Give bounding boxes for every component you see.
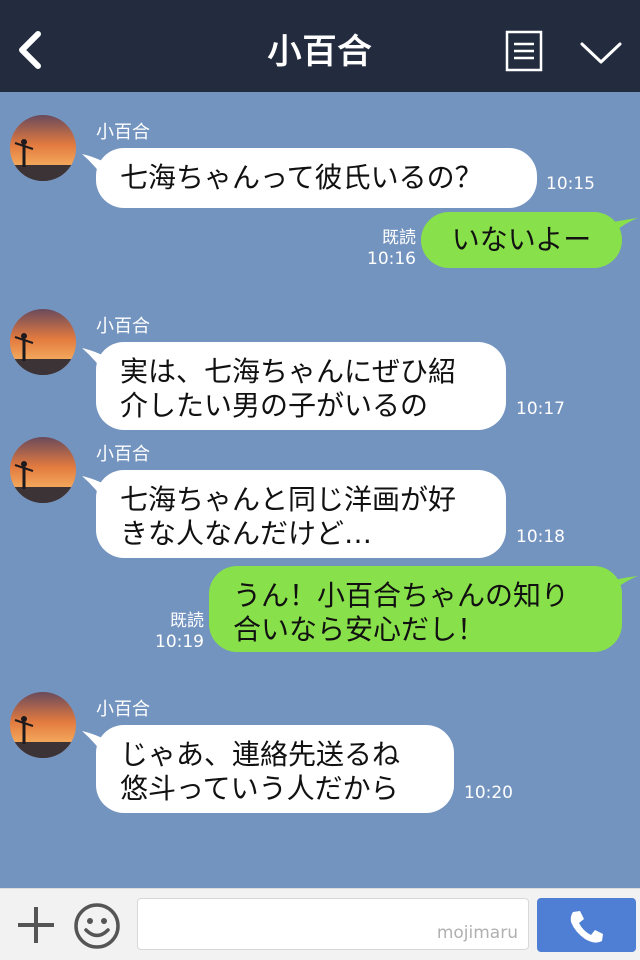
- chat-area[interactable]: 小百合 七海ちゃんって彼氏いるの？ 10:15 既読 10:16 いないよー 小…: [0, 92, 640, 888]
- sunset-avatar-icon: [10, 115, 76, 181]
- read-label: 既読: [382, 228, 416, 248]
- message-time: 10:18: [516, 527, 565, 547]
- chat-header: 小百合: [0, 0, 640, 92]
- menu-button[interactable]: [505, 30, 543, 72]
- menu-list-icon: [505, 30, 543, 72]
- message-bubble[interactable]: 実は、七海ちゃんにぜひ紹 介したい男の子がいるの: [96, 342, 506, 430]
- message-bubble[interactable]: うん！小百合ちゃんの知り 合いなら安心だし！: [209, 566, 622, 652]
- chat-title: 小百合: [267, 32, 373, 72]
- avatar[interactable]: [10, 692, 76, 758]
- emoji-button[interactable]: [72, 901, 122, 951]
- input-bar: mojimaru: [0, 888, 640, 960]
- read-receipt: 既読 10:16: [352, 228, 416, 270]
- plus-icon: [18, 907, 54, 943]
- avatar[interactable]: [10, 115, 76, 181]
- message-input[interactable]: mojimaru: [137, 898, 529, 950]
- message-bubble[interactable]: じゃあ、連絡先送るね 悠斗っていう人だから: [96, 725, 454, 813]
- collapse-button[interactable]: [578, 36, 624, 68]
- add-button[interactable]: [14, 903, 58, 947]
- sender-name: 小百合: [96, 122, 150, 143]
- message-time: 10:17: [516, 399, 565, 419]
- message-bubble[interactable]: 七海ちゃんと同じ洋画が好 きな人なんだけど…: [96, 470, 506, 558]
- phone-icon: [570, 911, 603, 943]
- call-button[interactable]: [537, 898, 636, 952]
- sunset-avatar-icon: [10, 692, 76, 758]
- read-receipt: 既読 10:19: [140, 611, 204, 653]
- message-time: 10:20: [464, 783, 513, 803]
- message-time: 10:15: [546, 174, 595, 194]
- sender-name: 小百合: [96, 444, 150, 465]
- sunset-avatar-icon: [10, 309, 76, 375]
- watermark-text: mojimaru: [436, 923, 518, 943]
- sender-name: 小百合: [96, 699, 150, 720]
- avatar[interactable]: [10, 309, 76, 375]
- message-time: 10:16: [367, 249, 416, 269]
- chevron-down-icon: [580, 42, 622, 64]
- message-time: 10:19: [155, 632, 204, 652]
- sender-name: 小百合: [96, 316, 150, 337]
- read-label: 既読: [170, 611, 204, 631]
- sunset-avatar-icon: [10, 437, 76, 503]
- smiley-icon: [74, 903, 120, 949]
- message-bubble[interactable]: 七海ちゃんって彼氏いるの？: [96, 148, 537, 208]
- avatar[interactable]: [10, 437, 76, 503]
- message-bubble[interactable]: いないよー: [421, 212, 622, 268]
